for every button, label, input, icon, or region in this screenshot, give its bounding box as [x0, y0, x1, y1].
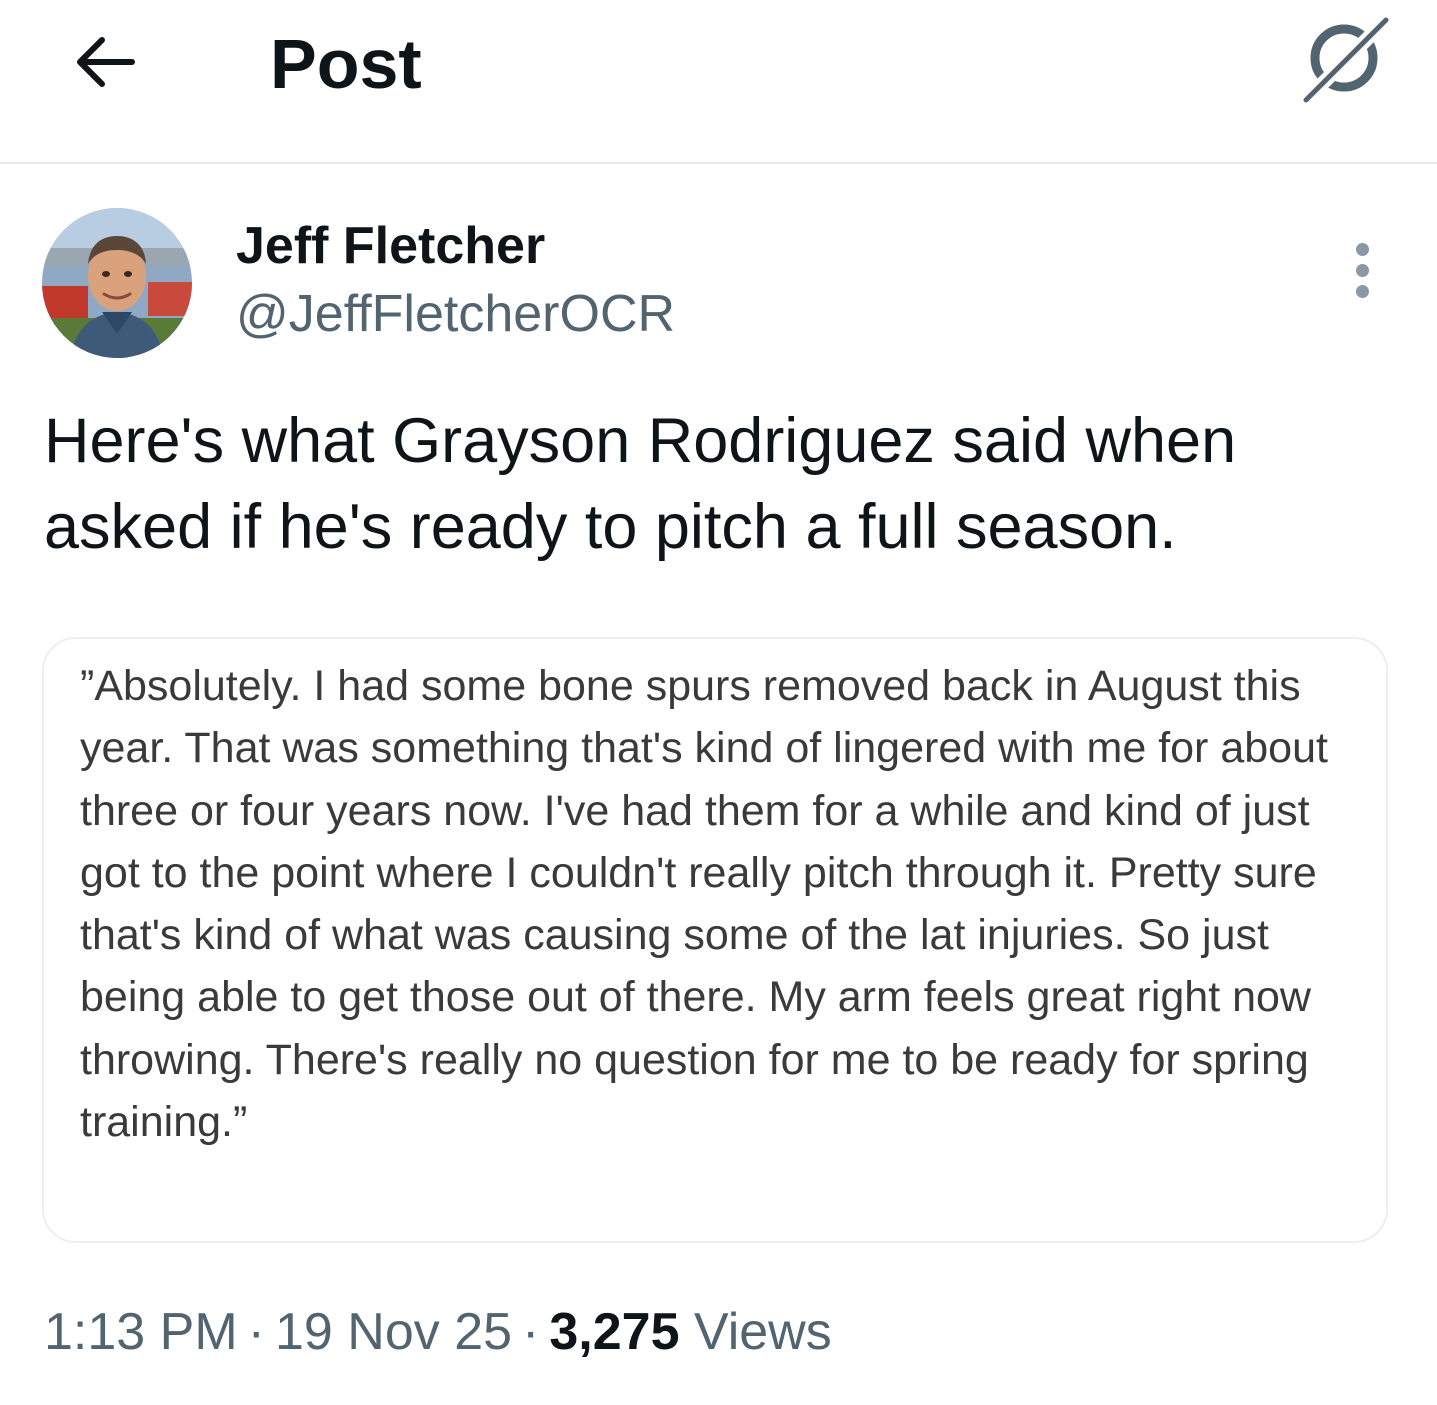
- post-time[interactable]: 1:13 PM: [44, 1303, 238, 1361]
- more-options-button[interactable]: [1334, 236, 1390, 304]
- post-meta: 1:13 PM · 19 Nov 25 · 3,275 Views: [44, 1300, 832, 1364]
- page-title: Post: [270, 25, 422, 103]
- views-count[interactable]: 3,275: [549, 1303, 679, 1361]
- author-name[interactable]: Jeff Fletcher: [236, 216, 545, 276]
- attached-image[interactable]: ”Absolutely. I had some bone spurs remov…: [42, 637, 1388, 1243]
- post-text: Here's what Grayson Rodriguez said when …: [44, 406, 1237, 562]
- more-vertical-icon: [1355, 242, 1369, 256]
- more-vertical-icon-dot: [1355, 263, 1369, 277]
- author-handle[interactable]: @JeffFletcherOCR: [236, 284, 675, 344]
- post-date[interactable]: 19 Nov 25: [275, 1303, 512, 1361]
- meta-separator: ·: [522, 1303, 540, 1361]
- grok-button[interactable]: [1296, 14, 1396, 106]
- quote-text: ”Absolutely. I had some bone spurs remov…: [80, 662, 1328, 1147]
- more-vertical-icon-dot: [1355, 284, 1369, 298]
- grok-icon: [1299, 16, 1393, 104]
- arrow-left-icon: [77, 37, 135, 87]
- views-label: Views: [693, 1303, 832, 1361]
- profile-photo: [42, 208, 192, 358]
- back-button[interactable]: [62, 22, 146, 102]
- top-bar: Post: [0, 0, 1437, 164]
- meta-separator: ·: [247, 1303, 265, 1361]
- avatar[interactable]: [42, 208, 192, 358]
